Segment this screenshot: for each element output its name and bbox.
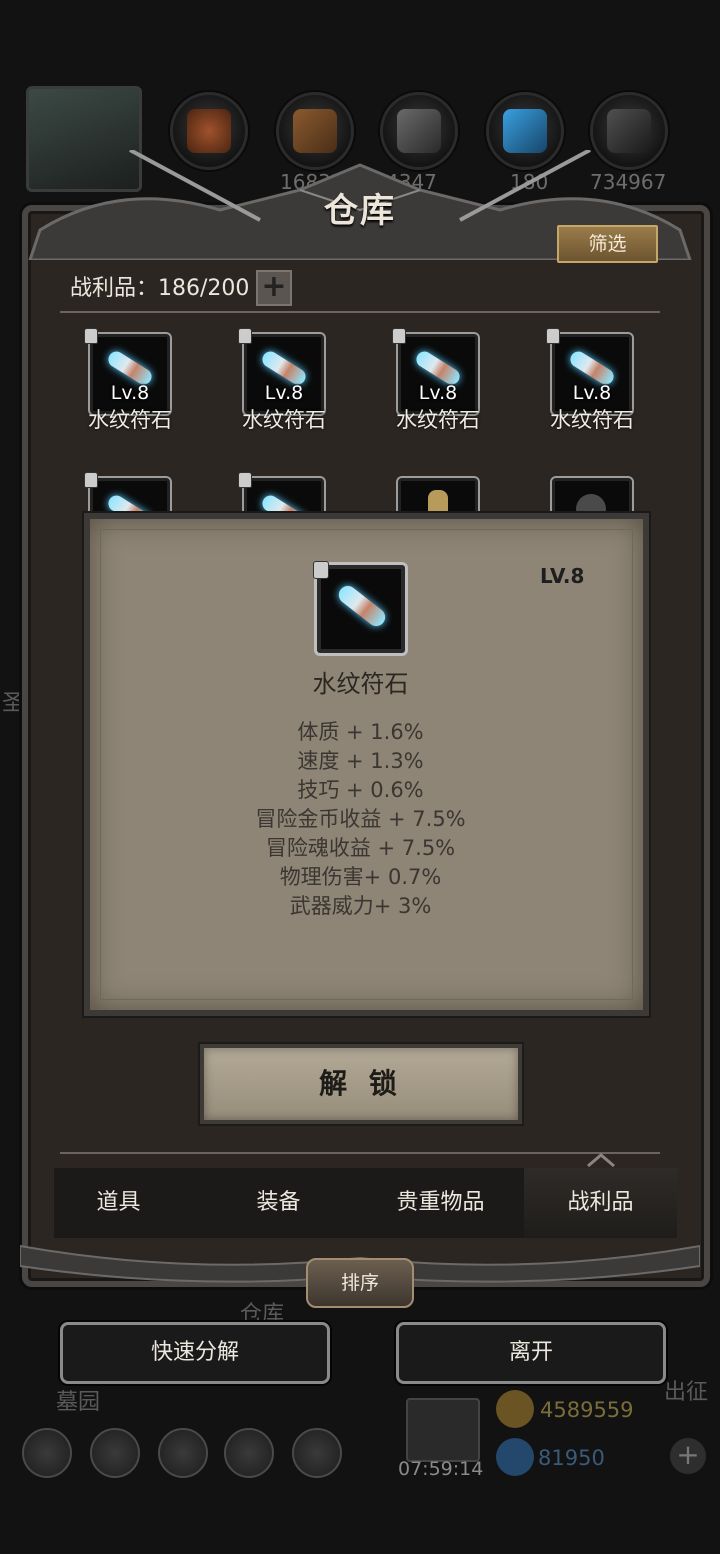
loot-count: 战利品：186/200 [70, 276, 250, 301]
popup-stat: 速度 + 1.3% [297, 749, 424, 773]
gold-coin-icon [496, 1390, 534, 1428]
loot-item[interactable]: Lv.8 水纹符石 [238, 328, 326, 432]
expand-capacity-button[interactable]: + [256, 270, 292, 306]
gift-icon[interactable] [406, 1398, 480, 1462]
leave-button[interactable]: 离开 [396, 1322, 666, 1384]
bg-graveyard-label: 墓园 [56, 1390, 101, 1415]
mail-icon[interactable] [224, 1428, 274, 1478]
item-level: Lv.8 [418, 382, 458, 404]
popup-stat: 物理伤害+ 0.7% [279, 865, 442, 889]
bg-expedition-label: 出征 [664, 1380, 709, 1405]
item-name: 水纹符石 [550, 408, 634, 432]
diamond-icon [496, 1438, 534, 1476]
tab-divider [60, 1152, 660, 1154]
tab-props[interactable]: 道具 [42, 1168, 195, 1238]
item-level: Lv.8 [110, 382, 150, 404]
popup-stat: 武器威力+ 3% [289, 894, 432, 918]
bg-saint-label: 圣 [2, 691, 25, 716]
tab-equipment[interactable]: 装备 [202, 1168, 355, 1238]
loot-item[interactable]: Lv.8 水纹符石 [392, 328, 480, 432]
lock-icon [84, 328, 98, 344]
tab-valuables[interactable]: 贵重物品 [364, 1168, 517, 1238]
loot-item[interactable]: Lv.8 水纹符石 [84, 328, 172, 432]
announcement-icon[interactable] [158, 1428, 208, 1478]
tab-loot[interactable]: 战利品 [524, 1168, 677, 1238]
item-level: Lv.8 [572, 382, 612, 404]
popup-item-level: LV.8 [540, 564, 585, 588]
quick-decompose-button[interactable]: 快速分解 [60, 1322, 330, 1384]
item-name: 水纹符石 [242, 408, 326, 432]
popup-stat: 技巧 + 0.6% [297, 778, 424, 802]
item-level: Lv.8 [264, 382, 304, 404]
add-currency-button[interactable]: + [670, 1438, 706, 1474]
handshake-icon[interactable] [292, 1428, 342, 1478]
popup-stat: 冒险金币收益 + 7.5% [255, 807, 466, 831]
gift-timer: 07:59:14 [398, 1458, 484, 1480]
lock-icon [392, 328, 406, 344]
achievement-icon[interactable] [90, 1428, 140, 1478]
gold-amount: 4589559 [540, 1398, 634, 1422]
item-name: 水纹符石 [396, 408, 480, 432]
popup-item-icon [313, 561, 408, 656]
diamond-amount: 81950 [538, 1446, 605, 1470]
loot-item[interactable]: Lv.8 水纹符石 [546, 328, 634, 432]
settings-icon[interactable] [22, 1428, 72, 1478]
popup-stat: 体质 + 1.6% [297, 720, 424, 744]
unlock-button[interactable]: 解 锁 [200, 1044, 522, 1124]
top-divider [60, 311, 660, 313]
rune-stone-icon [335, 582, 389, 630]
lock-icon [238, 472, 252, 488]
filter-button[interactable]: 筛选 [557, 225, 658, 263]
lock-icon [546, 328, 560, 344]
lock-icon [238, 328, 252, 344]
lock-icon [84, 472, 98, 488]
item-name: 水纹符石 [88, 408, 172, 432]
sort-button[interactable]: 排序 [306, 1258, 414, 1308]
lock-icon [313, 561, 329, 579]
popup-stat: 冒险魂收益 + 7.5% [265, 836, 456, 860]
popup-item-name: 水纹符石 [312, 670, 409, 698]
active-tab-indicator-icon [587, 1153, 615, 1168]
